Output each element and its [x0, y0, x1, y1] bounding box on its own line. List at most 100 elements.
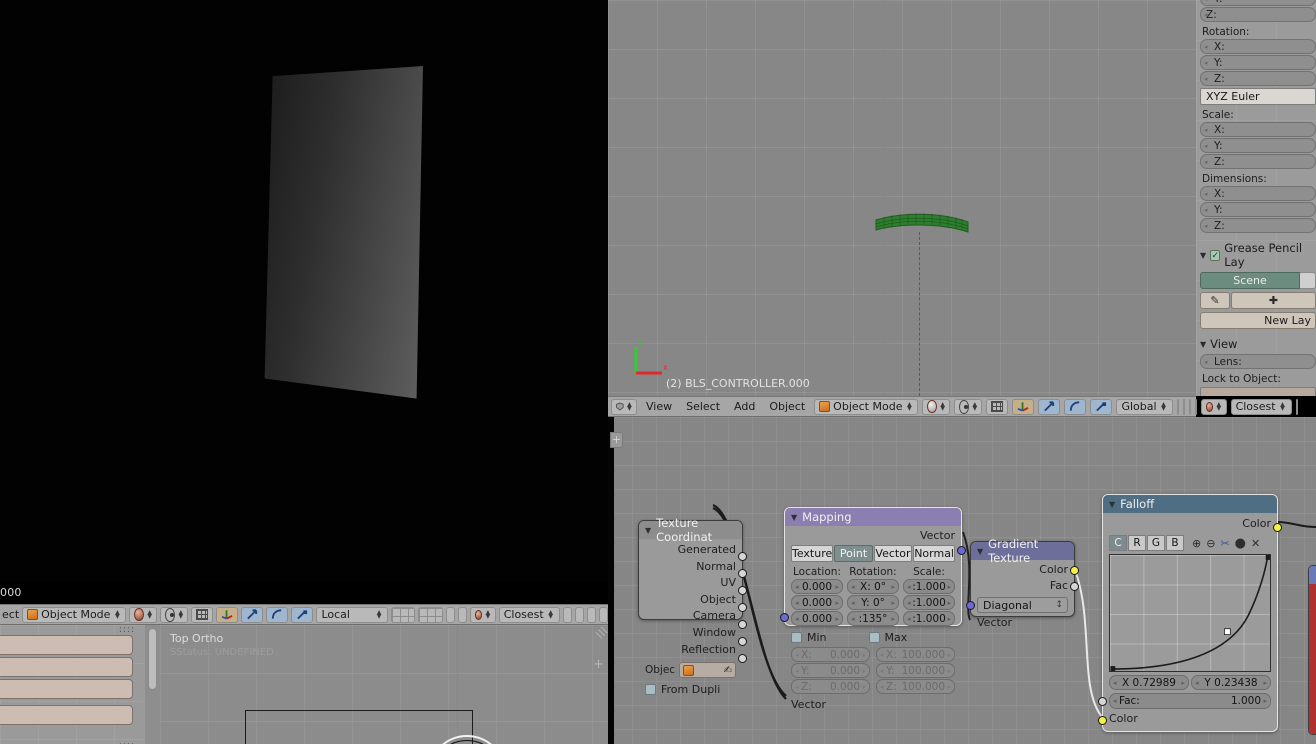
proportional-falloff-bl[interactable]: ▲ ▼ [469, 606, 496, 623]
field-dimension-x[interactable]: X: [1200, 186, 1316, 201]
menu-object[interactable]: Object [764, 400, 810, 413]
manipulator-move-bl[interactable] [241, 606, 264, 623]
pivot-spinner-bl[interactable]: ▲ ▼ [178, 609, 184, 619]
field-rotation-x[interactable]: X: [1200, 39, 1316, 54]
manipulator-scale[interactable] [1090, 398, 1113, 415]
lock-layers-button[interactable] [1188, 398, 1191, 415]
property-pill-1[interactable] [0, 635, 133, 655]
socket-generated[interactable] [738, 552, 747, 561]
socket-gradient-color-out[interactable] [1070, 566, 1079, 575]
socket-window[interactable] [738, 637, 747, 646]
property-pill-3[interactable] [0, 679, 133, 699]
snap-mode-selector-bl[interactable]: Closest ▲ ▼ [498, 606, 560, 623]
socket-camera[interactable] [738, 620, 747, 629]
pivot-selector-bl[interactable]: ▲ ▼ [160, 606, 189, 623]
max-checkbox[interactable] [868, 632, 880, 643]
zoom-out-icon[interactable]: ⊖ [1206, 537, 1215, 550]
socket-uv[interactable] [738, 586, 747, 595]
min-row[interactable]: Min [791, 631, 827, 644]
falloff-channels[interactable]: C R G B [1109, 535, 1184, 551]
node-header-falloff[interactable]: ▼ Falloff [1103, 495, 1277, 513]
menu-add[interactable]: Add [729, 400, 760, 413]
scale-x[interactable]: :1.000 [903, 579, 955, 594]
section-view[interactable]: ▼ View [1200, 337, 1316, 351]
manipulator-move[interactable] [1038, 398, 1061, 415]
rotation-x[interactable]: X: 0° [847, 579, 899, 594]
node-header-mapping[interactable]: ▼ Mapping [785, 508, 961, 526]
chevron-down-icon[interactable]: ▼ [1109, 500, 1115, 509]
pivot-spinner[interactable]: ▲ ▼ [972, 401, 978, 411]
falloff-curve-widget[interactable] [1109, 554, 1271, 672]
mesh-object-wireframe[interactable] [874, 208, 970, 241]
3d-viewport[interactable]: y x (2) BLS_CONTROLLER.000 [608, 0, 1196, 396]
proportional-edit-button-bl[interactable] [457, 606, 467, 623]
rotation-mode-dropdown[interactable]: XYZ Euler [1200, 88, 1316, 105]
grease-pencil-layer-scene[interactable]: Scene [1200, 272, 1300, 289]
pause-button-bl[interactable] [586, 606, 596, 623]
property-pill-4[interactable] [0, 705, 133, 725]
chevron-down-icon[interactable]: ▼ [791, 513, 797, 522]
min-checkbox[interactable] [791, 632, 802, 643]
socket-gradient-vector-in[interactable] [966, 601, 975, 610]
rotation-y[interactable]: Y: 0° [847, 595, 899, 610]
menu-select[interactable]: Select [681, 400, 725, 413]
field-location-y[interactable]: Y: [1200, 0, 1316, 6]
mode-spinner[interactable]: ▲ ▼ [905, 401, 913, 411]
node-mapping[interactable]: ▼ Mapping Vector Texture Point Vector No… [780, 507, 966, 711]
gradient-type-dropdown[interactable]: Diagonal [977, 597, 1068, 613]
channel-b[interactable]: B [1166, 535, 1184, 551]
mapping-type-tabs[interactable]: Texture Point Vector Normal [791, 545, 955, 562]
falloff-spinner[interactable]: ▲ ▼ [1216, 401, 1222, 411]
socket-mapping-vector-in[interactable] [780, 613, 789, 622]
top-ortho-viewport[interactable]: Top Ortho SStatus: UNDEFINED + ☰ [160, 625, 608, 744]
field-location-z[interactable]: Z: [1200, 7, 1316, 22]
properties-scrollbar[interactable] [148, 628, 157, 740]
object-field[interactable]: ✍ [679, 662, 736, 679]
grease-pencil-layer-end[interactable] [1300, 272, 1316, 289]
pencil-icon[interactable]: ✎ [1200, 292, 1230, 309]
pivot-selector[interactable]: ▲ ▼ [954, 398, 983, 415]
resize-corner-icon[interactable]: ☰ [593, 625, 608, 642]
mode-spinner-bl[interactable]: ▲ ▼ [113, 609, 121, 619]
plus-icon[interactable]: ✚ [1231, 292, 1316, 309]
render-image-button-bl[interactable] [562, 606, 572, 623]
falloff-channel-row[interactable]: C R G B ⊕ ⊖ ✂ ● ✕ [1109, 535, 1271, 551]
orientation-selector[interactable]: Global ▲ ▼ [1116, 398, 1173, 415]
snap-mode-selector[interactable]: Closest ▲ ▼ [1230, 398, 1292, 415]
from-dupli-checkbox[interactable] [645, 684, 656, 696]
socket-gradient-fac-out[interactable] [1070, 582, 1079, 591]
manipulator-scale-bl[interactable] [291, 606, 314, 623]
layer-grid-a[interactable] [1176, 398, 1179, 415]
shading-selector-bl[interactable]: ▲ ▼ [129, 606, 158, 623]
manipulator-translate-bl[interactable] [216, 606, 239, 623]
node-editor[interactable]: + Please edit with caution. Do not chang… [608, 417, 1316, 744]
rotation-z[interactable]: :135° [847, 611, 899, 626]
properties-panel[interactable]: Y: Z: Rotation: X: Y: Z: XYZ Euler Scale… [1196, 0, 1316, 396]
layer-grid-b[interactable] [1182, 398, 1185, 415]
mode-selector-bl[interactable]: Object Mode ▲ ▼ [22, 606, 127, 623]
max-row[interactable]: Max [868, 631, 907, 644]
socket-object[interactable] [738, 603, 747, 612]
grease-pencil-layer-row[interactable]: Scene [1200, 272, 1316, 289]
tab-vector[interactable]: Vector [873, 545, 913, 562]
orientation-spinner[interactable]: ▲ ▼ [1160, 401, 1168, 411]
mode-selector[interactable]: Object Mode ▲ ▼ [814, 398, 919, 415]
render-image-button[interactable] [1295, 398, 1298, 415]
chevron-down-icon[interactable]: ▼ [977, 547, 983, 556]
channel-c[interactable]: C [1109, 535, 1127, 551]
panel-grip-top[interactable]: :::: [0, 625, 145, 635]
node-header-texture-coordinate[interactable]: ▼ Texture Coordinat [639, 516, 742, 544]
snap-mode-spinner[interactable]: ▲ ▼ [1279, 401, 1287, 411]
render-preview-area[interactable] [0, 0, 608, 582]
plus-icon[interactable]: + [593, 657, 604, 672]
node-partial-right-edge[interactable] [1308, 565, 1316, 735]
mapping-minmax-checkboxes[interactable]: Min Max [791, 631, 955, 644]
snap-mode-spinner-bl[interactable]: ▲ ▼ [547, 609, 555, 619]
manipulator-translate[interactable] [1012, 398, 1035, 415]
clear-icon[interactable]: ✕ [1251, 537, 1260, 550]
wrench-icon[interactable]: ✂ [1220, 537, 1229, 550]
falloff-spinner-bl[interactable]: ▲ ▼ [485, 609, 491, 619]
editor-type-selector[interactable]: ▲ ▼ [611, 398, 637, 415]
bottom-left-editor-header[interactable]: ect Object Mode ▲ ▼ ▲ ▼ ▲ ▼ Local ▲ ▼ ▲ … [0, 604, 609, 625]
bottom-left-properties[interactable]: :::: :::: [0, 625, 145, 744]
